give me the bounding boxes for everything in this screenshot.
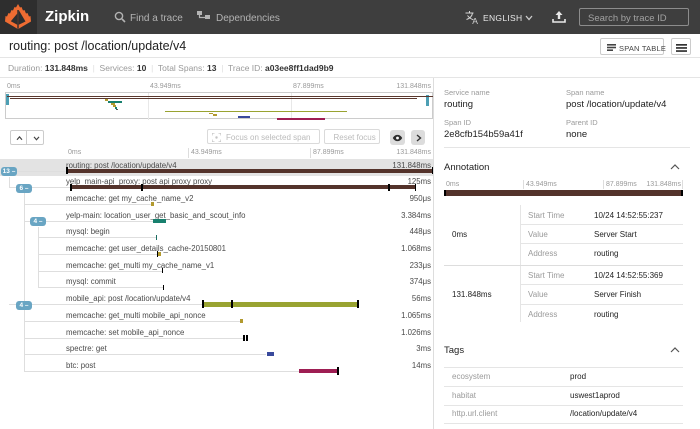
svg-text:A: A bbox=[472, 16, 478, 24]
